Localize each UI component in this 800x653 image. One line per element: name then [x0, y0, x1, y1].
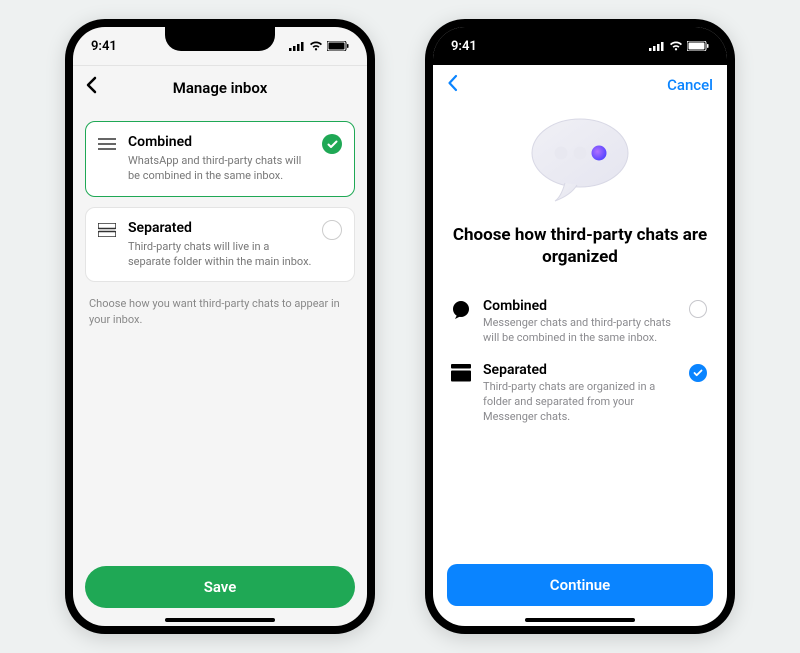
chevron-left-icon	[85, 76, 97, 94]
phone-notch	[525, 27, 635, 51]
home-indicator	[165, 618, 275, 622]
battery-icon	[327, 41, 349, 51]
option-title: Combined	[128, 134, 312, 150]
wifi-icon	[669, 41, 683, 51]
page-title: Choose how third-party chats are organiz…	[451, 224, 709, 268]
header: Manage inbox	[73, 65, 367, 109]
phone-notch	[165, 27, 275, 51]
status-time: 9:41	[91, 39, 117, 54]
page-title: Manage inbox	[73, 79, 367, 97]
option-desc: Messenger chats and third-party chats wi…	[483, 316, 677, 346]
back-button[interactable]	[85, 75, 97, 100]
option-desc: Third-party chats will live in a separat…	[128, 240, 312, 270]
back-button[interactable]	[447, 73, 458, 98]
messenger-phone: 9:41 Cancel	[425, 19, 735, 634]
option-title: Separated	[128, 220, 312, 236]
cancel-button[interactable]: Cancel	[667, 76, 713, 94]
folder-icon	[451, 364, 471, 386]
content: Combined WhatsApp and third-party chats …	[73, 109, 367, 558]
selected-check-icon	[322, 134, 342, 154]
status-icons	[649, 41, 709, 51]
signal-icon	[649, 41, 665, 51]
option-title: Separated	[483, 362, 677, 378]
unselected-radio-icon	[322, 220, 342, 240]
chat-bubble-icon	[525, 115, 635, 210]
signal-icon	[289, 41, 305, 51]
option-separated[interactable]: Separated Third-party chats are organize…	[451, 354, 709, 433]
header: Cancel	[433, 65, 727, 105]
unselected-radio-icon	[689, 300, 707, 318]
status-time: 9:41	[451, 39, 477, 54]
chat-icon	[451, 300, 471, 324]
continue-button[interactable]: Continue	[447, 564, 713, 606]
status-icons	[289, 41, 349, 51]
list-icon	[98, 136, 118, 184]
battery-icon	[687, 41, 709, 51]
option-separated[interactable]: Separated Third-party chats will live in…	[85, 207, 355, 283]
option-combined[interactable]: Combined Messenger chats and third-party…	[451, 290, 709, 354]
whatsapp-phone: 9:41 Manage inbox Combined WhatsApp and …	[65, 19, 375, 634]
option-desc: WhatsApp and third-party chats will be c…	[128, 154, 312, 184]
option-combined[interactable]: Combined WhatsApp and third-party chats …	[85, 121, 355, 197]
chevron-left-icon	[447, 74, 458, 92]
content: Choose how third-party chats are organiz…	[433, 105, 727, 556]
rows-icon	[98, 222, 118, 270]
selected-check-icon	[689, 364, 707, 382]
helper-text: Choose how you want third-party chats to…	[85, 292, 355, 331]
option-desc: Third-party chats are organized in a fol…	[483, 380, 677, 425]
save-button[interactable]: Save	[85, 566, 355, 608]
home-indicator	[525, 618, 635, 622]
wifi-icon	[309, 41, 323, 51]
illustration	[451, 115, 709, 210]
option-title: Combined	[483, 298, 677, 314]
